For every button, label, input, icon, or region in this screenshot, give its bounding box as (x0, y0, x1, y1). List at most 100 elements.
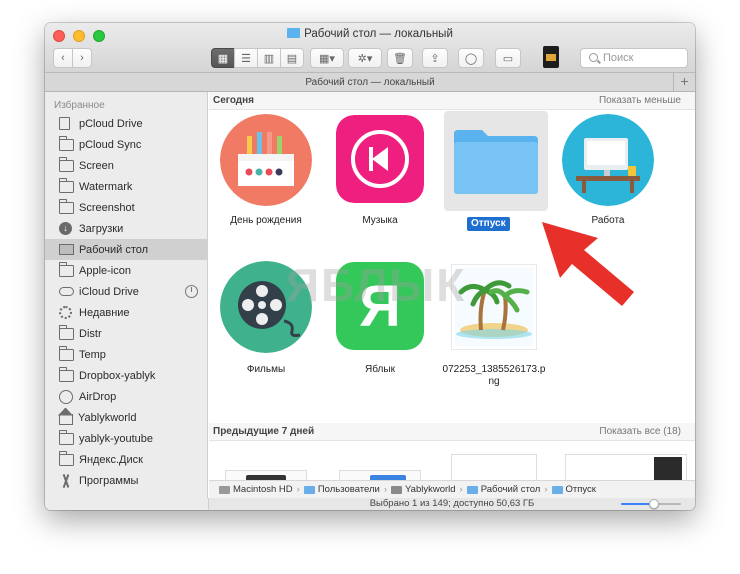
status-text-area: Выбрано 1 из 149; доступно 50,63 ГБ (209, 498, 695, 510)
music-app-icon (336, 115, 424, 203)
desktop-icon (59, 244, 74, 255)
path-item[interactable]: Пользователи (318, 484, 380, 495)
slider-knob[interactable] (649, 499, 659, 509)
tag-icon: ◯ (464, 52, 478, 65)
hard-drive-icon (219, 485, 230, 494)
new-tab-button[interactable]: + (673, 73, 695, 92)
back-button[interactable]: ‹ (53, 48, 73, 68)
title-bar: Рабочий стол — локальный ‹ › ▦ ☰ ▥ ▤ ▦▾ … (45, 23, 695, 73)
list-view-button[interactable]: ☰ (234, 48, 258, 68)
file-label-selected: Отпуск (467, 217, 510, 231)
sidebar-header: Избранное (54, 100, 105, 111)
grid-icon: ▦ (217, 52, 229, 65)
watermark: ЯБЛЫК (286, 259, 467, 311)
document-icon (59, 117, 70, 130)
action-button[interactable]: ✲▾ (348, 48, 382, 68)
group-icon: ▦▾ (319, 52, 335, 65)
sync-progress-icon (185, 285, 198, 298)
file-label: Музыка (362, 215, 398, 226)
file-item-partial[interactable] (565, 454, 687, 480)
status-text: Выбрано 1 из 149; доступно 50,63 ГБ (369, 498, 535, 509)
folder-icon (59, 261, 74, 277)
gallery-icon: ▤ (286, 52, 298, 65)
chevron-right-icon: › (80, 52, 84, 64)
icon-size-slider[interactable] (621, 499, 681, 509)
recents-icon (59, 306, 72, 319)
file-item-partial[interactable] (339, 470, 421, 480)
search-field[interactable]: Поиск (580, 48, 688, 68)
gallery-view-button[interactable]: ▤ (280, 48, 304, 68)
plus-icon: + (680, 73, 689, 89)
sidebar-item-watermark[interactable]: Watermark (45, 176, 207, 197)
file-label: Яблык (365, 364, 395, 375)
folder-icon (59, 156, 74, 172)
folder-icon (59, 135, 74, 151)
show-all-link[interactable]: Показать все (18) (599, 423, 681, 441)
column-view-button[interactable]: ▥ (257, 48, 281, 68)
folder-icon (59, 177, 74, 193)
sidebar-item-apple-icon[interactable]: Apple-icon (45, 260, 207, 281)
sidebar-item-temp[interactable]: Temp (45, 344, 207, 365)
sidebar-footer (45, 498, 209, 510)
sidebar-item-downloads[interactable]: ↓ Загрузки (45, 218, 207, 239)
icon-view-button[interactable]: ▦ (211, 48, 235, 68)
sidebar-item-screen[interactable]: Screen (45, 155, 207, 176)
sidebar-item-icloud-drive[interactable]: iCloud Drive (45, 281, 207, 302)
tab-title[interactable]: Рабочий стол — локальный (305, 77, 434, 88)
sidebar-item-airdrop[interactable]: AirDrop (45, 386, 207, 407)
folder-icon (551, 485, 563, 494)
sidebar-item-yablyk-youtube[interactable]: yablyk-youtube (45, 428, 207, 449)
app-shortcut-icon[interactable] (543, 46, 559, 68)
section-header-previous-7-days: Предыдущие 7 дней Показать все (18) (209, 423, 695, 441)
sidebar-item-yandex-disk[interactable]: Яндекс.Диск (45, 449, 207, 470)
chevron-right-icon: › (544, 484, 548, 495)
gear-icon: ✲▾ (357, 52, 373, 65)
group-button[interactable]: ▦▾ (310, 48, 344, 68)
folder-icon (59, 366, 74, 382)
folder-icon (59, 324, 74, 340)
cloud-icon (59, 287, 74, 296)
trash-button[interactable]: 🗑 (387, 48, 413, 68)
home-icon (391, 485, 403, 494)
applications-icon (59, 474, 73, 488)
sidebar: Избранное pCloud Drive pCloud Sync Scree… (45, 92, 208, 510)
chevron-left-icon: ‹ (61, 52, 65, 64)
sidebar-item-recents[interactable]: Недавние (45, 302, 207, 323)
new-folder-button[interactable]: ▭ (495, 48, 521, 68)
work-icon (562, 114, 654, 206)
chevron-right-icon: › (383, 484, 388, 495)
airdrop-icon (59, 389, 73, 404)
dark-thumbnail (654, 457, 682, 480)
sidebar-item-distr[interactable]: Distr (45, 323, 207, 344)
share-icon: ⇪ (430, 52, 440, 65)
path-item[interactable]: Macintosh HD (233, 484, 293, 495)
path-item[interactable]: Отпуск (566, 484, 596, 495)
forward-button[interactable]: › (72, 48, 92, 68)
show-less-link[interactable]: Показать меньше (599, 92, 681, 110)
columns-icon: ▥ (263, 52, 275, 65)
share-button[interactable]: ⇪ (422, 48, 448, 68)
tags-button[interactable]: ◯ (458, 48, 484, 68)
tab-bar: Рабочий стол — локальный + (45, 73, 695, 92)
status-bar: Выбрано 1 из 149; доступно 50,63 ГБ (45, 498, 695, 510)
path-item[interactable]: Yablykworld (405, 484, 456, 495)
sidebar-item-screenshot[interactable]: Screenshot (45, 197, 207, 218)
sidebar-item-desktop[interactable]: Рабочий стол (45, 239, 207, 260)
path-item[interactable]: Рабочий стол (481, 484, 541, 495)
file-item-partial[interactable] (225, 470, 307, 480)
section-header-today: Сегодня Показать меньше (209, 92, 695, 110)
sidebar-item-pcloud-drive[interactable]: pCloud Drive (45, 113, 207, 134)
sidebar-item-pcloud-sync[interactable]: pCloud Sync (45, 134, 207, 155)
downloads-icon: ↓ (59, 222, 72, 235)
file-item-music[interactable]: Музыка (325, 115, 435, 249)
sidebar-item-dropbox-yablyk[interactable]: Dropbox-yablyk (45, 365, 207, 386)
file-label: 072253_1385526173.p ng (442, 364, 546, 387)
sidebar-item-applications[interactable]: Программы (45, 470, 207, 491)
file-item-partial[interactable] (451, 454, 537, 480)
sidebar-item-yablykworld[interactable]: Yablykworld (45, 407, 207, 428)
chevron-right-icon: › (296, 484, 300, 495)
file-item-vacation[interactable]: Отпуск (439, 111, 549, 249)
file-item-birthday[interactable]: День рождения (211, 114, 321, 249)
search-icon (589, 53, 598, 62)
home-icon (59, 413, 73, 425)
